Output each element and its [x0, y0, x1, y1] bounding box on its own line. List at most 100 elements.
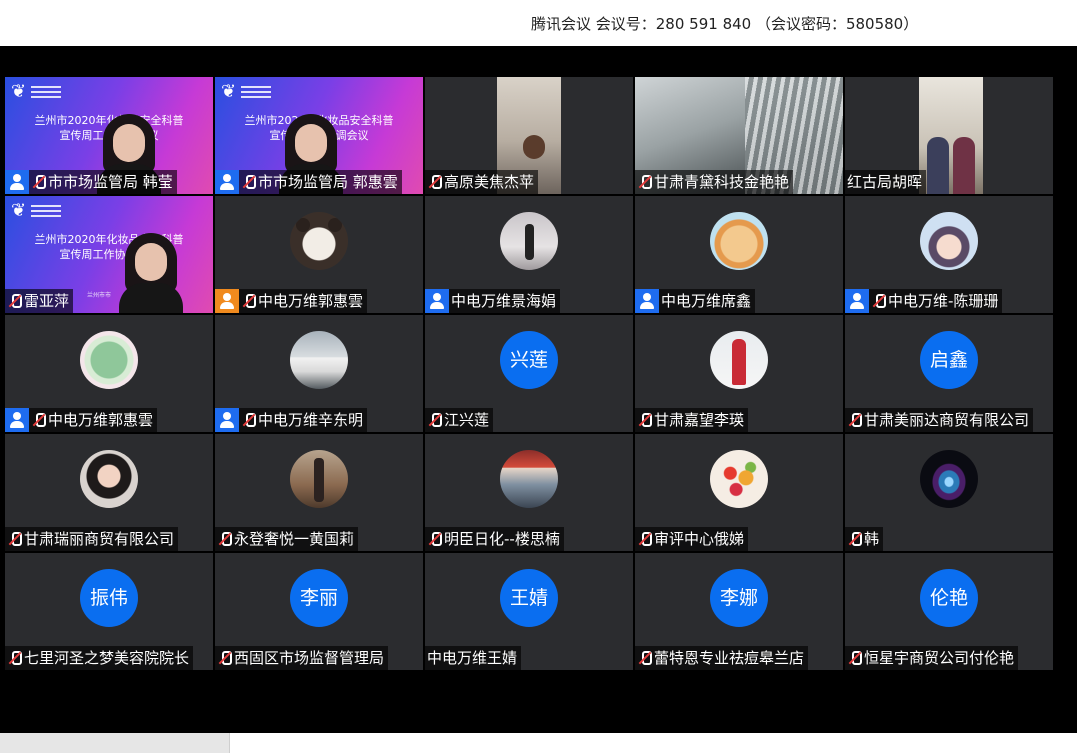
- participant-name: 红古局胡晖: [847, 173, 923, 191]
- participant-tile[interactable]: 永登奢悦一黄国莉: [215, 434, 423, 551]
- participant-name: 恒星宇商贸公司付伦艳: [864, 649, 1015, 667]
- speaker-face: [295, 124, 327, 162]
- mic-muted-icon: [848, 650, 862, 666]
- avatar-photo: [920, 212, 978, 270]
- participant-tile[interactable]: 伦艳 恒星宇商贸公司付伦艳: [845, 553, 1053, 670]
- mic-muted-icon: [428, 174, 442, 190]
- participant-name: 中电万维景海娟: [451, 292, 557, 310]
- person-icon: [5, 170, 29, 194]
- participant-name: 市市场监管局 韩莹: [48, 173, 173, 191]
- participant-tile[interactable]: 李丽西固区市场监督管理局: [215, 553, 423, 670]
- participant-tile[interactable]: 中电万维景海娟: [425, 196, 633, 313]
- participant-tile[interactable]: 韩: [845, 434, 1053, 551]
- name-bar: 甘肃瑞丽商贸有限公司: [5, 527, 179, 551]
- participant-tile[interactable]: 高原美焦杰苹: [425, 77, 633, 194]
- participant-tile[interactable]: 李娜蕾特恩专业祛痘皋兰店: [635, 553, 843, 670]
- avatar-photo: [290, 212, 348, 270]
- name-bar: 中电万维席鑫: [635, 289, 756, 313]
- organizer-logo: ❦: [221, 81, 271, 107]
- name-bar: 中电万维王婧: [425, 646, 522, 670]
- mic-muted-icon: [242, 412, 256, 428]
- mic-muted-icon: [8, 650, 22, 666]
- participant-tile[interactable]: 兴莲 江兴莲: [425, 315, 633, 432]
- participant-name: 中电万维郭惠雲: [48, 411, 154, 429]
- mic-muted-icon: [32, 412, 46, 428]
- person-icon: [215, 170, 239, 194]
- video-stage: ❦兰州市2020年化妆品安全科普宣传周工作协调会议市市场监管局 韩莹❦兰州市20…: [0, 46, 1077, 733]
- initials-avatar: 兴莲: [500, 331, 558, 389]
- taskbar-tab[interactable]: [0, 733, 230, 753]
- participant-tile[interactable]: 甘肃青黛科技金艳艳: [635, 77, 843, 194]
- participant-name: 高原美焦杰苹: [444, 173, 535, 191]
- participant-tile[interactable]: 甘肃瑞丽商贸有限公司: [5, 434, 213, 551]
- person-icon: [845, 289, 869, 313]
- participant-name: 审评中心俄娣: [654, 530, 745, 548]
- name-bar: 市市场监管局 郭惠雲: [215, 170, 402, 194]
- person-icon: [635, 289, 659, 313]
- participant-tile[interactable]: 振伟 七里河圣之梦美容院院长: [5, 553, 213, 670]
- participant-tile[interactable]: 王婧中电万维王婧: [425, 553, 633, 670]
- participant-name: 永登奢悦一黄国莉: [234, 530, 355, 548]
- participant-name: 甘肃嘉望李瑛: [654, 411, 745, 429]
- name-bar: 恒星宇商贸公司付伦艳: [845, 646, 1019, 670]
- name-bar: 西固区市场监督管理局: [215, 646, 389, 670]
- avatar-photo: [500, 212, 558, 270]
- avatar: [80, 331, 138, 389]
- mic-muted-icon: [638, 412, 652, 428]
- mic-muted-icon: [872, 293, 886, 309]
- participant-tile[interactable]: 明臣日化--楼思楠: [425, 434, 633, 551]
- mic-muted-icon: [428, 531, 442, 547]
- butterfly-icon: ❦: [11, 81, 27, 102]
- initials-avatar: 王婧: [500, 569, 558, 627]
- participant-tile[interactable]: 中电万维-陈珊珊: [845, 196, 1053, 313]
- avatar-photo: [290, 450, 348, 508]
- avatar: [80, 450, 138, 508]
- name-bar: 蕾特恩专业祛痘皋兰店: [635, 646, 809, 670]
- participant-tile[interactable]: 中电万维席鑫: [635, 196, 843, 313]
- name-bar: 审评中心俄娣: [635, 527, 749, 551]
- avatar: [920, 212, 978, 270]
- mic-muted-icon: [242, 293, 256, 309]
- participant-tile[interactable]: ❦兰州市2020年化妆品安全科普宣传周工作协调会议市市场监管局 郭惠雲: [215, 77, 423, 194]
- initials-avatar: 李娜: [710, 569, 768, 627]
- name-bar: 雷亚萍: [5, 289, 74, 313]
- avatar-figure: [732, 339, 746, 385]
- avatar: [290, 450, 348, 508]
- participant-name: 中电万维王婧: [427, 649, 518, 667]
- participant-tile[interactable]: ❦ 兰州市2020年化妆品安全科普 宣传周工作协调会议 兰州市市 雷亚萍: [5, 196, 213, 313]
- participant-tile[interactable]: 中电万维郭惠雲: [215, 196, 423, 313]
- participant-name: 甘肃青黛科技金艳艳: [654, 173, 790, 191]
- participant-tile[interactable]: 红古局胡晖: [845, 77, 1053, 194]
- mic-muted-icon: [848, 412, 862, 428]
- person-icon: [215, 289, 239, 313]
- organizer-logo: ❦: [11, 200, 61, 226]
- participant-name: 雷亚萍: [24, 292, 70, 310]
- mic-muted-icon: [242, 174, 256, 190]
- person-icon: [5, 408, 29, 432]
- participant-tile[interactable]: 启鑫 甘肃美丽达商贸有限公司: [845, 315, 1053, 432]
- participant-tile[interactable]: 中电万维郭惠雲: [5, 315, 213, 432]
- avatar-figure: [525, 224, 534, 260]
- video-person: [927, 137, 949, 194]
- bear-ear: [296, 218, 310, 232]
- participant-tile[interactable]: 审评中心俄娣: [635, 434, 843, 551]
- participant-tile[interactable]: 中电万维辛东明: [215, 315, 423, 432]
- participant-grid: ❦兰州市2020年化妆品安全科普宣传周工作协调会议市市场监管局 韩莹❦兰州市20…: [5, 77, 1055, 670]
- organizer-logo: ❦: [11, 81, 61, 107]
- initials-avatar: 振伟: [80, 569, 138, 627]
- meeting-info: 腾讯会议 会议号：280 591 840 （会议密码：580580）: [531, 15, 919, 33]
- name-bar: 江兴莲: [425, 408, 494, 432]
- mic-muted-icon: [8, 293, 22, 309]
- avatar: [290, 212, 348, 270]
- avatar-figure: [314, 458, 324, 502]
- participant-tile[interactable]: ❦兰州市2020年化妆品安全科普宣传周工作协调会议市市场监管局 韩莹: [5, 77, 213, 194]
- name-bar: 中电万维-陈珊珊: [845, 289, 1003, 313]
- participant-name: 西固区市场监督管理局: [234, 649, 385, 667]
- name-bar: 永登奢悦一黄国莉: [215, 527, 359, 551]
- avatar-photo: [710, 331, 768, 389]
- name-bar: 中电万维郭惠雲: [5, 408, 158, 432]
- initials-avatar: 李丽: [290, 569, 348, 627]
- avatar: [500, 450, 558, 508]
- name-bar: 中电万维郭惠雲: [215, 289, 368, 313]
- participant-tile[interactable]: 甘肃嘉望李瑛: [635, 315, 843, 432]
